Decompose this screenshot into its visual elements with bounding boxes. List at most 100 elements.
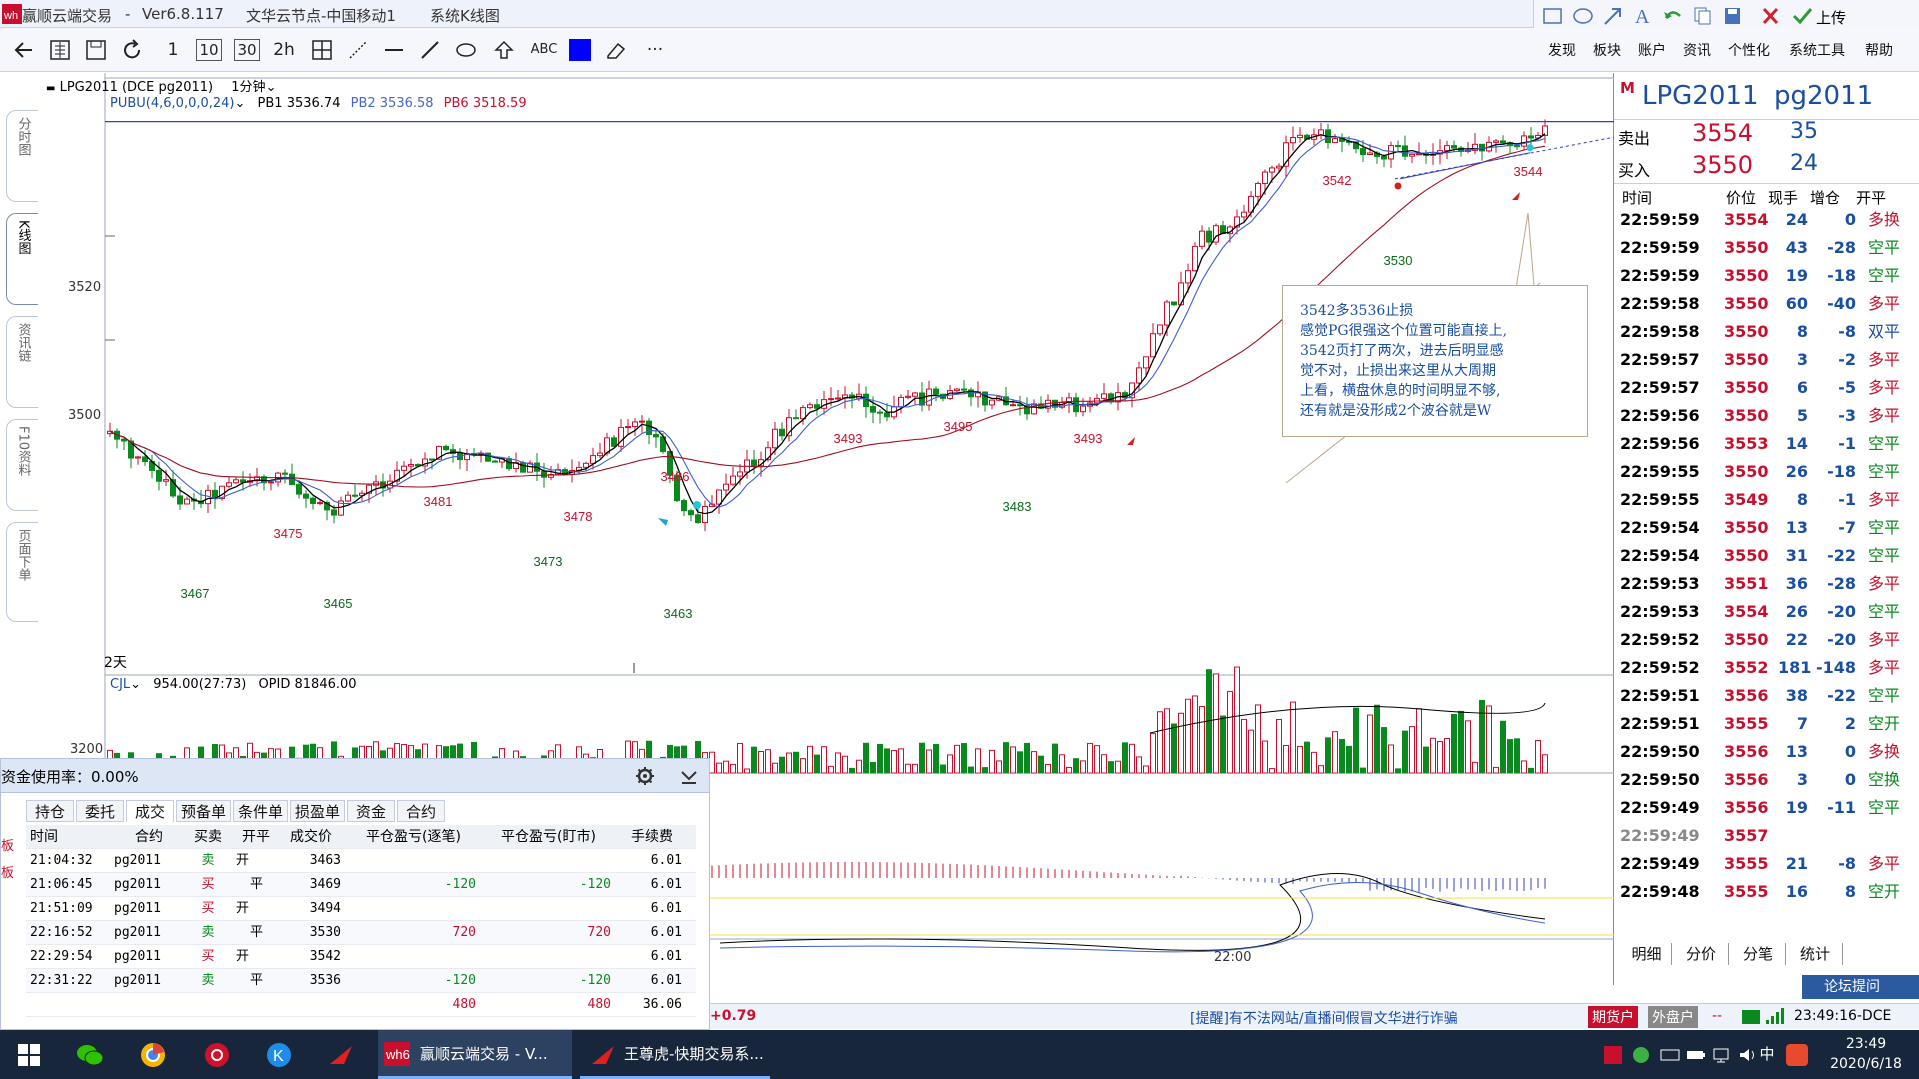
bid-price[interactable]: 3550: [1692, 151, 1753, 179]
menu-system-tools[interactable]: 系统工具: [1789, 40, 1845, 60]
tab-page-order[interactable]: 页面下单: [6, 522, 38, 622]
trade-row[interactable]: 22:29:54 pg2011 买 开 3542 6.01: [26, 945, 696, 969]
text-tool-icon[interactable]: A: [1632, 4, 1654, 26]
trade-col-header[interactable]: 合约: [114, 825, 184, 849]
candle-body: [233, 479, 239, 484]
wechat-icon[interactable]: [76, 1042, 104, 1068]
trade-col-header[interactable]: 平仓盈亏(逐笔): [351, 825, 476, 849]
external-account-button[interactable]: 外盘户: [1648, 1006, 1698, 1028]
tab-time-sharing[interactable]: 分时图: [6, 110, 38, 202]
forum-button[interactable]: 论坛提问: [1802, 975, 1919, 999]
horizontal-line-icon[interactable]: [382, 38, 406, 62]
trend-line-icon[interactable]: [418, 38, 442, 62]
order-book-icon[interactable]: [48, 38, 72, 62]
refresh-icon[interactable]: [120, 38, 144, 62]
delete-tool-icon[interactable]: [1760, 6, 1782, 26]
period-10-button[interactable]: 10: [196, 39, 222, 61]
grid-layout-icon[interactable]: [310, 38, 334, 62]
account-tab-3[interactable]: 预备单: [176, 800, 231, 822]
trade-row[interactable]: 21:51:09 pg2011 买 开 3494 6.01: [26, 897, 696, 921]
menu-account[interactable]: 账户: [1638, 40, 1666, 60]
account-tab-1[interactable]: 委托: [76, 800, 124, 822]
period-selector[interactable]: 1分钟: [231, 80, 265, 95]
period-30-button[interactable]: 30: [234, 39, 260, 61]
trade-row[interactable]: 21:04:32 pg2011 卖 开 3463 6.01: [26, 849, 696, 873]
account-tab-5[interactable]: 损盈单: [290, 800, 345, 822]
tray-app2-icon[interactable]: [1786, 1044, 1808, 1066]
color-picker-icon[interactable]: [568, 38, 592, 62]
rectangle-tool-icon[interactable]: [1542, 6, 1564, 26]
volume-bar: [1136, 756, 1142, 774]
save-drawing-icon[interactable]: [1722, 6, 1744, 26]
taskbar-clock[interactable]: 23:49 2020/6/18: [1818, 1034, 1914, 1074]
back-arrow-icon[interactable]: [12, 38, 36, 62]
menu-help[interactable]: 帮助: [1865, 40, 1893, 60]
arrow-tool-icon[interactable]: [1602, 6, 1624, 26]
copy-tool-icon[interactable]: [1692, 6, 1714, 26]
menu-sectors[interactable]: 板块: [1593, 40, 1621, 60]
futures-account-button[interactable]: 期货户: [1588, 1006, 1638, 1028]
indicator-dropdown-icon[interactable]: ⌄: [235, 96, 246, 111]
upload-button[interactable]: 上传: [1816, 7, 1846, 28]
eraser-icon[interactable]: [604, 38, 628, 62]
trade-col-header[interactable]: 平仓盈亏(盯市): [486, 825, 611, 849]
menu-personalize[interactable]: 个性化: [1728, 40, 1770, 60]
netease-music-icon[interactable]: [204, 1042, 230, 1068]
period-2h-button[interactable]: 2h: [271, 36, 297, 64]
windows-start-icon[interactable]: [18, 1044, 40, 1066]
fraud-notice[interactable]: [提醒]有不法网站/直播间假冒文华进行诈骗: [1190, 1008, 1458, 1028]
volume-bar: [793, 751, 799, 774]
tab-tick[interactable]: 分笔: [1731, 943, 1786, 965]
kuaiqi-icon[interactable]: [328, 1042, 356, 1068]
up-arrow-icon[interactable]: [492, 38, 516, 62]
taskbar-item-yingshun[interactable]: wh6 赢顺云端交易 - V...: [378, 1030, 572, 1079]
kugou-icon[interactable]: K: [266, 1042, 292, 1068]
save-icon[interactable]: [84, 38, 108, 62]
trade-col-header[interactable]: 成交价: [281, 825, 341, 849]
account-tab-4[interactable]: 条件单: [233, 800, 288, 822]
settings-gear-icon[interactable]: [635, 766, 655, 786]
trade-row[interactable]: 22:16:52 pg2011 卖 平 3530 720 720 6.01: [26, 921, 696, 945]
annotation-box[interactable]: 3542多3536止损 感觉PG很强这个位置可能直接上, 3542页打了两次，进…: [1282, 285, 1588, 437]
ellipse-icon[interactable]: [454, 38, 478, 62]
trade-col-header[interactable]: 手续费: [622, 825, 682, 849]
menu-discover[interactable]: 发现: [1548, 40, 1576, 60]
ask-price[interactable]: 3554: [1692, 119, 1753, 147]
account-tab-0[interactable]: 持仓: [26, 800, 74, 822]
ellipse-tool-icon[interactable]: [1572, 6, 1594, 26]
taskbar-item-kuaiqi[interactable]: 王尊虎-快期交易系...: [580, 1030, 770, 1079]
tray-app-icon[interactable]: [1604, 1046, 1622, 1064]
cjl-indicator[interactable]: CJL: [110, 677, 130, 692]
indicator-name[interactable]: PUBU(4,6,0,0,0,24): [110, 96, 235, 111]
undo-tool-icon[interactable]: [1662, 6, 1684, 26]
collapse-icon[interactable]: [679, 766, 699, 786]
tray-battery-icon[interactable]: [1686, 1046, 1706, 1064]
tray-green-icon[interactable]: [1632, 1046, 1650, 1064]
trade-col-header[interactable]: 开平: [236, 825, 276, 849]
cjl-dropdown-icon[interactable]: ⌄: [130, 677, 141, 692]
ime-indicator[interactable]: 中: [1754, 1030, 1780, 1079]
trade-col-header[interactable]: 时间: [30, 825, 110, 849]
tab-news-chain[interactable]: 资讯链: [6, 316, 38, 408]
tray-network-icon[interactable]: [1712, 1046, 1732, 1064]
text-abc-button[interactable]: ABC: [528, 36, 560, 64]
tick-oi-change: 0: [1844, 742, 1856, 761]
account-tab-7[interactable]: 合约: [397, 800, 445, 822]
tab-price-dist[interactable]: 分价: [1674, 943, 1729, 965]
tab-f10[interactable]: F10资料: [6, 419, 38, 511]
trade-row[interactable]: 22:31:22 pg2011 卖 平 3536 -120 -120 6.01: [26, 969, 696, 993]
period-1-button[interactable]: 1: [162, 36, 184, 64]
period-dropdown-icon[interactable]: ⌄: [266, 80, 277, 95]
line-draw-icon[interactable]: [346, 38, 370, 62]
tab-detail[interactable]: 明细: [1622, 943, 1672, 965]
trade-col-header[interactable]: 买卖: [186, 825, 230, 849]
more-tools-button[interactable]: ···: [640, 36, 670, 64]
menu-news[interactable]: 资讯: [1683, 40, 1711, 60]
trade-row[interactable]: 21:06:45 pg2011 买 平 3469 -120 -120 6.01: [26, 873, 696, 897]
tab-stats[interactable]: 统计: [1788, 943, 1843, 965]
account-tab-2[interactable]: 成交: [126, 800, 174, 822]
tab-kline[interactable]: K线图: [6, 213, 38, 305]
tray-keyboard-icon[interactable]: [1660, 1046, 1680, 1064]
browser-icon[interactable]: [140, 1042, 166, 1068]
account-tab-6[interactable]: 资金: [347, 800, 395, 822]
